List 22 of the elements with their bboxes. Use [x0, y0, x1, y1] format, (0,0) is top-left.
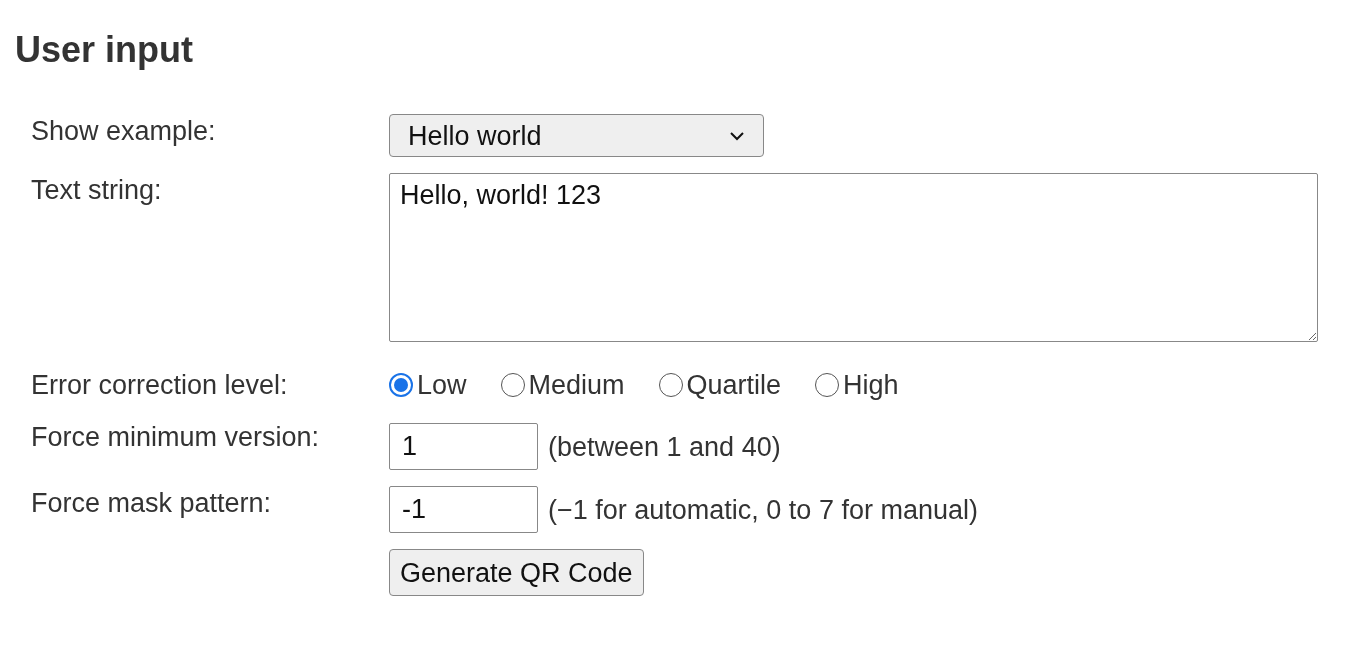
- field-label: Show example:: [31, 116, 216, 146]
- radio-button[interactable]: [500, 373, 525, 397]
- hint-text: (between 1 and 40): [548, 430, 781, 464]
- radio-label: Medium: [528, 369, 625, 402]
- example-select[interactable]: Hello world: [389, 114, 764, 157]
- field-label: Error correction level:: [31, 370, 288, 400]
- hint-text: (−1 for automatic, 0 to 7 for manual): [548, 493, 978, 527]
- radio-label: Quartile: [686, 369, 782, 402]
- radio-label: High: [843, 369, 899, 402]
- radio-button[interactable]: [389, 373, 413, 397]
- chevron-down-icon: [729, 130, 745, 141]
- field-label: Force minimum version:: [31, 422, 320, 452]
- radio-label: Low: [417, 369, 467, 402]
- min-version-field[interactable]: 1: [389, 423, 538, 470]
- field-label: Force mask pattern:: [31, 488, 272, 518]
- text-string-field[interactable]: Hello, world! 123: [389, 173, 1318, 342]
- radio-button[interactable]: [658, 373, 683, 397]
- mask-pattern-field[interactable]: -1: [389, 486, 538, 533]
- section-heading: User input: [15, 28, 193, 72]
- generate-button[interactable]: Generate QR Code: [389, 549, 644, 596]
- field-label: Text string:: [31, 175, 162, 205]
- radio-button[interactable]: [815, 373, 840, 397]
